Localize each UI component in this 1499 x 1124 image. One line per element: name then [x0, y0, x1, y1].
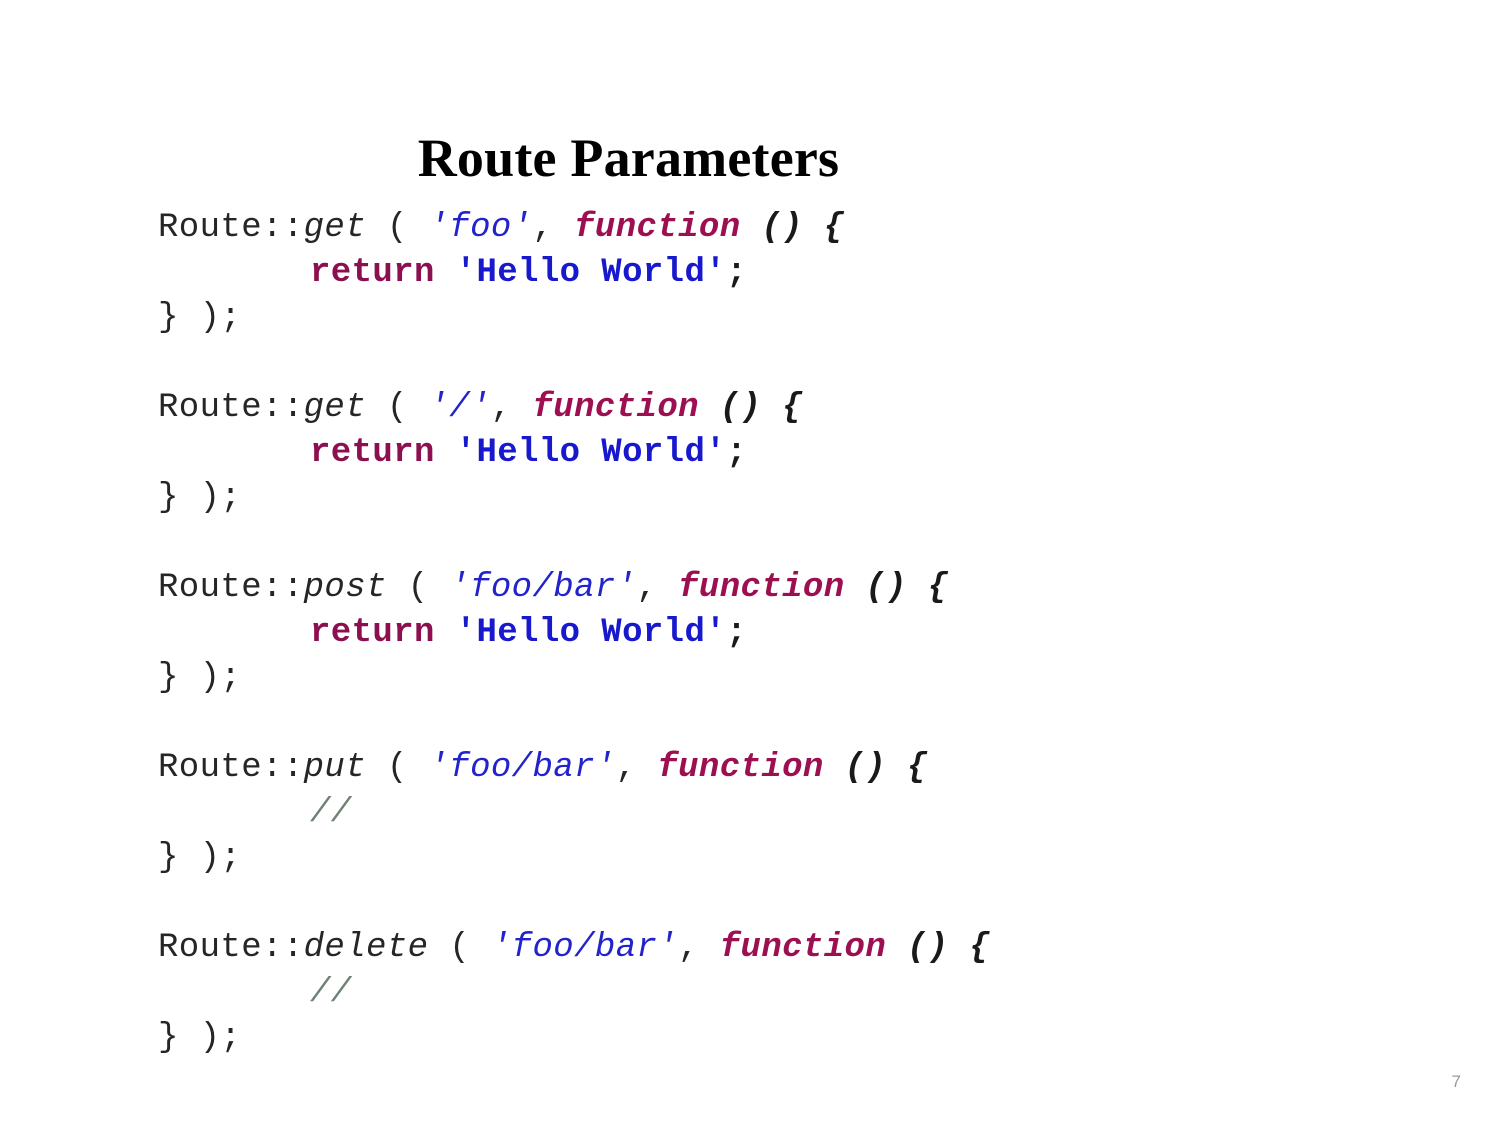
code-token-method: get [303, 389, 367, 427]
code-token-plain: ( [386, 569, 450, 607]
code-token-comment: // [310, 974, 352, 1012]
code-token-strbold: 'Hello World' [455, 614, 727, 652]
code-token-braces: () { [906, 929, 991, 967]
code-line: } ); [158, 476, 1459, 521]
code-line: return 'Hello World'; [158, 611, 1459, 656]
code-token-plain: ( [366, 749, 429, 787]
code-line: return 'Hello World'; [158, 251, 1459, 296]
code-block-route-delete-foobar: Route::delete ( 'foo/bar', function () {… [158, 926, 1459, 1061]
code-token-plain: ( [366, 209, 429, 247]
code-token-string: 'foo' [428, 209, 533, 247]
page-number: 7 [1451, 1072, 1461, 1091]
code-token-func: function [657, 749, 824, 787]
code-token-close: } ); [158, 1019, 242, 1057]
code-token-plain: , [490, 389, 533, 427]
code-token-plain: Route:: [158, 749, 304, 787]
code-token-string: '/' [428, 389, 491, 427]
code-token-string: 'foo/bar' [490, 929, 679, 967]
code-token-plain: Route:: [158, 929, 304, 967]
code-token-plain: ( [428, 929, 491, 967]
code-block-spacer [158, 521, 1459, 566]
code-token-comment: // [310, 794, 352, 832]
code-token-plain: Route:: [158, 569, 304, 607]
code-token-plain: ( [366, 389, 429, 427]
code-token-close: } ); [158, 839, 242, 877]
code-token-close: } ); [158, 299, 242, 337]
code-token-plain: Route:: [158, 209, 304, 247]
code-line: Route::get ( '/', function () { [158, 386, 1459, 431]
code-line: Route::post ( 'foo/bar', function () { [158, 566, 1459, 611]
code-token-braces: () { [761, 209, 845, 247]
page-title: Route Parameters [417, 128, 840, 189]
code-line: Route::get ( 'foo', function () { [158, 206, 1459, 251]
code-token-plain: , [615, 749, 658, 787]
code-token-plain: , [636, 569, 679, 607]
slide-canvas: Route Parameters Route::get ( 'foo', fun… [0, 0, 1499, 1124]
code-token-semi: ; [726, 434, 747, 472]
code-line: Route::put ( 'foo/bar', function () { [158, 746, 1459, 791]
code-token-close: } ); [158, 659, 242, 697]
code-line: // [158, 791, 1459, 836]
code-listing: Route::get ( 'foo', function () {return … [158, 206, 1459, 1061]
code-block-route-get-foo: Route::get ( 'foo', function () {return … [158, 206, 1459, 341]
code-token-func: function [532, 389, 699, 427]
code-token-method: post [303, 569, 387, 607]
code-token-return: return [310, 434, 435, 472]
code-token-return: return [310, 254, 435, 292]
code-token-return: return [310, 614, 435, 652]
code-block-spacer [158, 881, 1459, 926]
code-token-strbold: 'Hello World' [455, 254, 727, 292]
code-token-func: function [678, 569, 845, 607]
code-token-plain: , [678, 929, 720, 967]
code-line: // [158, 971, 1459, 1016]
code-block-route-put-foobar: Route::put ( 'foo/bar', function () {//}… [158, 746, 1459, 881]
code-token-braces: () { [865, 569, 949, 607]
code-token-close: } ); [158, 479, 242, 517]
code-line: } ); [158, 1016, 1459, 1061]
code-block-spacer [158, 701, 1459, 746]
code-token-method: delete [303, 929, 429, 967]
code-block-route-get-root: Route::get ( '/', function () {return 'H… [158, 386, 1459, 521]
code-token-plain: , [532, 209, 575, 247]
code-token-func: function [719, 929, 887, 967]
code-block-route-post-foobar: Route::post ( 'foo/bar', function () {re… [158, 566, 1459, 701]
code-token-semi: ; [726, 614, 747, 652]
code-token-braces: () { [719, 389, 803, 427]
code-line: } ); [158, 656, 1459, 701]
code-line: Route::delete ( 'foo/bar', function () { [158, 926, 1459, 971]
code-token-string: 'foo/bar' [428, 749, 616, 787]
code-token-func: function [574, 209, 741, 247]
code-token-method: put [303, 749, 367, 787]
code-line: } ); [158, 836, 1459, 881]
code-token-plain: Route:: [158, 389, 304, 427]
code-line: } ); [158, 296, 1459, 341]
code-line: return 'Hello World'; [158, 431, 1459, 476]
code-block-spacer [158, 341, 1459, 386]
code-token-strbold: 'Hello World' [455, 434, 727, 472]
code-token-method: get [303, 209, 367, 247]
code-token-semi: ; [726, 254, 747, 292]
code-token-braces: () { [844, 749, 928, 787]
code-token-string: 'foo/bar' [449, 569, 637, 607]
